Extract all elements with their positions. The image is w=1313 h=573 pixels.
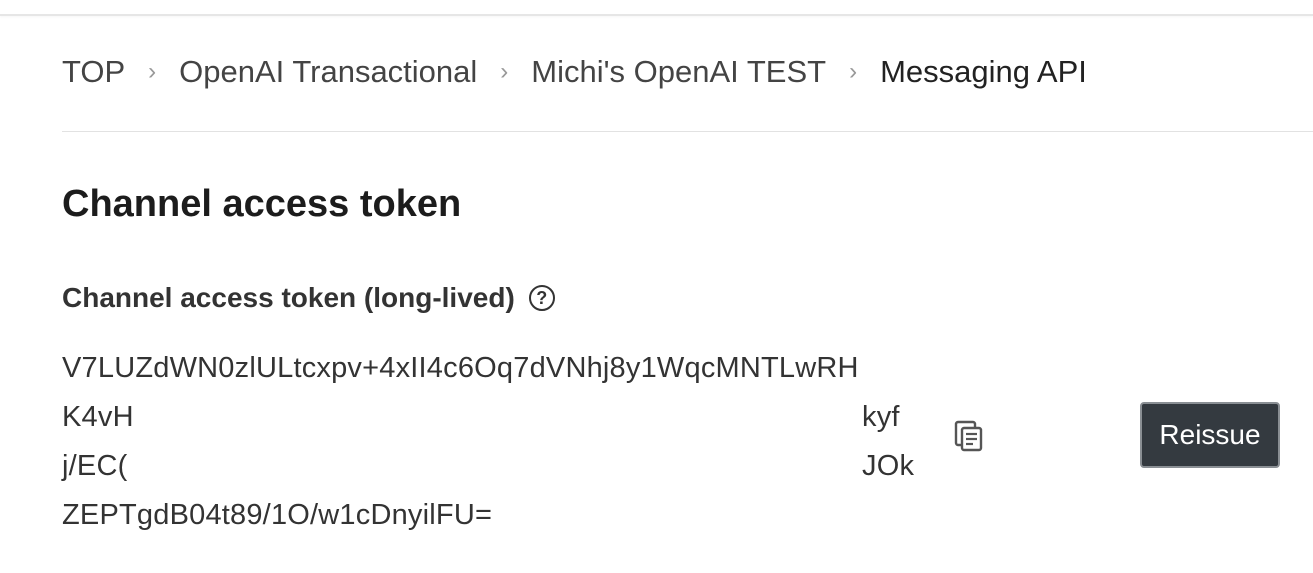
reissue-button[interactable]: Reissue [1140, 402, 1280, 468]
token-line: V7LUZdWN0zlULtcxpv+4xII4c6Oq7dVNhj8y1Wqc… [62, 352, 859, 384]
breadcrumb-provider[interactable]: OpenAI Transactional [179, 54, 477, 90]
top-bar-rule [0, 0, 1313, 16]
section-title: Channel access token [62, 183, 462, 225]
question-circle-icon[interactable]: ? [528, 285, 555, 311]
breadcrumb: TOP › OpenAI Transactional › Michi's Ope… [62, 54, 1087, 90]
chevron-right-icon: › [500, 58, 509, 85]
chevron-right-icon: › [849, 58, 858, 85]
token-line: ZEPTgdB04t89/1O/w1cDnyilFU= [62, 499, 493, 531]
token-value: V7LUZdWN0zlULtcxpv+4xII4c6Oq7dVNhj8y1Wqc… [62, 344, 932, 540]
token-line: K4vH kyf [62, 393, 932, 442]
breadcrumb-channel[interactable]: Michi's OpenAI TEST [531, 54, 826, 90]
token-line: j/EC( JOk [62, 442, 932, 491]
token-line-left: K4vH [62, 401, 134, 433]
chevron-right-icon: › [148, 58, 157, 85]
breadcrumb-current: Messaging API [880, 54, 1087, 89]
breadcrumb-top[interactable]: TOP [62, 54, 125, 90]
copy-icon[interactable] [952, 419, 986, 453]
token-label-text: Channel access token (long-lived) [62, 282, 515, 313]
divider [62, 131, 1313, 132]
token-line-right: JOk [862, 450, 915, 482]
token-line-right: kyf [862, 401, 900, 433]
token-line-left: j/EC( [62, 450, 128, 482]
token-field-label: Channel access token (long-lived) ? [62, 282, 555, 314]
